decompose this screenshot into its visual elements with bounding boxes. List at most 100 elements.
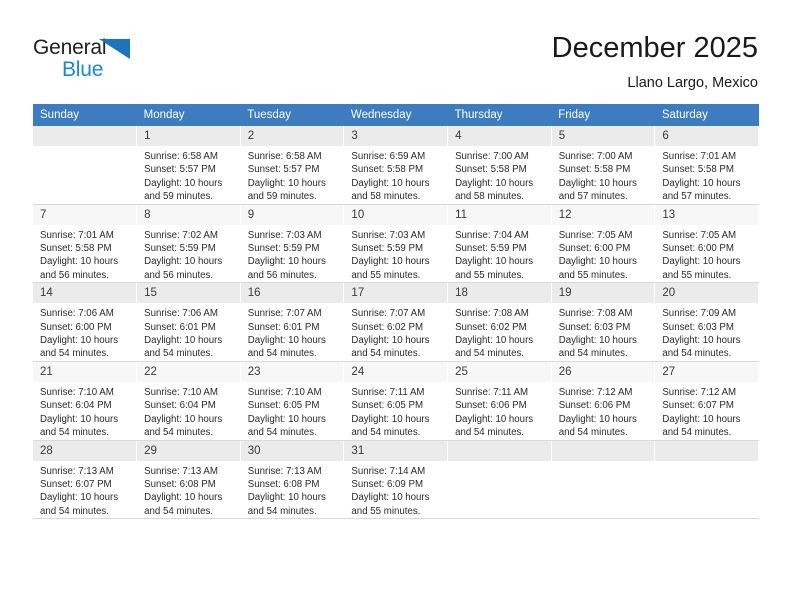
day-number: 7: [33, 204, 136, 225]
sunset-time: Sunset: 5:58 PM: [40, 243, 112, 255]
sunset-time: Sunset: 6:03 PM: [558, 321, 631, 333]
calendar-day-cell[interactable]: 11 Sunrise: 7:04 AM Sunset: 5:59 PM Dayligh…: [447, 204, 552, 284]
calendar-day-cell[interactable]: 10 Sunrise: 7:03 AM Sunset: 5:59 PM Dayligh…: [343, 204, 449, 284]
sunset-time: Sunset: 6:08 PM: [144, 478, 216, 490]
daylight-duration-line1: Daylight: 10 hours: [40, 335, 119, 347]
day-details: Sunrise: 7:03 AM Sunset: 5:59 PM Daylight:…: [344, 225, 446, 282]
daylight-duration-line1: Daylight: 10 hours: [455, 177, 534, 189]
calendar-day-cell[interactable]: 27 Sunrise: 7:12 AM Sunset: 6:07 PM Dayligh…: [654, 361, 759, 441]
sunrise-time: Sunrise: 7:14 AM: [351, 465, 426, 477]
sunset-time: Sunset: 6:07 PM: [662, 400, 734, 412]
calendar-day-cell[interactable]: 5 Sunrise: 7:00 AM Sunset: 5:58 PM Daylight…: [551, 126, 656, 205]
day-cell-inner: 2 Sunrise: 6:58 AM Sunset: 5:57 PM Daylight…: [240, 126, 343, 203]
daylight-duration-line2: and 56 minutes.: [144, 269, 214, 281]
daylight-duration-line1: Daylight: 10 hours: [558, 177, 637, 189]
calendar-day-cell[interactable]: 2 Sunrise: 6:58 AM Sunset: 5:57 PM Daylight…: [240, 126, 345, 205]
daylight-duration-line2: and 54 minutes.: [247, 505, 317, 517]
sunset-time: Sunset: 6:06 PM: [558, 400, 631, 412]
day-cell-inner: [551, 440, 654, 518]
calendar-day-cell[interactable]: 30 Sunrise: 7:13 AM Sunset: 6:08 PM Dayligh…: [240, 440, 345, 520]
day-details: Sunrise: 7:13 AM Sunset: 6:08 PM Daylight:…: [241, 461, 343, 518]
day-cell-inner: 29 Sunrise: 7:13 AM Sunset: 6:08 PM Dayligh…: [137, 440, 240, 518]
sunset-time: Sunset: 6:05 PM: [351, 400, 424, 412]
weekday-header-saturday: Saturday: [654, 104, 759, 126]
sunrise-time: Sunrise: 7:13 AM: [144, 465, 218, 477]
day-details: Sunrise: 7:10 AM Sunset: 6:04 PM Daylight:…: [137, 382, 239, 439]
daylight-duration-line2: and 55 minutes.: [455, 269, 524, 281]
day-details: Sunrise: 7:11 AM Sunset: 6:05 PM Daylight:…: [344, 382, 446, 439]
calendar-day-cell[interactable]: 3 Sunrise: 6:59 AM Sunset: 5:58 PM Daylight…: [343, 126, 449, 205]
calendar-day-cell[interactable]: 6 Sunrise: 7:01 AM Sunset: 5:58 PM Daylight…: [654, 126, 759, 205]
calendar-day-cell[interactable]: 28 Sunrise: 7:13 AM Sunset: 6:07 PM Dayligh…: [33, 440, 138, 520]
sunrise-time: Sunrise: 7:06 AM: [40, 308, 114, 320]
daylight-duration-line1: Daylight: 10 hours: [558, 413, 637, 425]
sunrise-time: Sunrise: 7:00 AM: [558, 151, 633, 162]
daylight-duration-line1: Daylight: 10 hours: [351, 177, 430, 189]
sunset-time: Sunset: 6:00 PM: [558, 243, 631, 255]
day-number: 24: [344, 361, 447, 382]
calendar-day-cell[interactable]: 31 Sunrise: 7:14 AM Sunset: 6:09 PM Dayligh…: [343, 440, 449, 520]
calendar-day-cell[interactable]: 13 Sunrise: 7:05 AM Sunset: 6:00 PM Dayligh…: [654, 204, 759, 284]
sunrise-time: Sunrise: 6:58 AM: [247, 151, 322, 162]
calendar-day-cell[interactable]: 17 Sunrise: 7:07 AM Sunset: 6:02 PM Dayligh…: [343, 282, 449, 362]
sunset-time: Sunset: 6:05 PM: [247, 400, 320, 412]
daylight-duration-line1: Daylight: 10 hours: [247, 413, 326, 425]
day-cell-inner: 25 Sunrise: 7:11 AM Sunset: 6:06 PM Dayligh…: [448, 361, 551, 439]
daylight-duration-line1: Daylight: 10 hours: [247, 177, 326, 189]
daylight-duration-line2: and 54 minutes.: [662, 427, 732, 439]
weekday-header-tuesday: Tuesday: [240, 104, 344, 126]
sunset-time: Sunset: 6:04 PM: [144, 400, 216, 412]
daylight-duration-line2: and 55 minutes.: [351, 505, 421, 517]
sunset-time: Sunset: 5:57 PM: [144, 164, 216, 176]
sunset-time: Sunset: 5:59 PM: [351, 243, 424, 255]
calendar-day-cell[interactable]: 12 Sunrise: 7:05 AM Sunset: 6:00 PM Dayligh…: [551, 204, 656, 284]
calendar-day-cell[interactable]: 22 Sunrise: 7:10 AM Sunset: 6:04 PM Dayligh…: [136, 361, 241, 441]
day-number: 25: [448, 361, 551, 382]
daylight-duration-line2: and 54 minutes.: [351, 427, 421, 439]
day-number: 30: [240, 440, 343, 461]
calendar-day-cell[interactable]: 8 Sunrise: 7:02 AM Sunset: 5:59 PM Daylight…: [136, 204, 241, 284]
day-details: Sunrise: 7:10 AM Sunset: 6:05 PM Daylight:…: [241, 382, 343, 439]
sunset-time: Sunset: 6:07 PM: [40, 478, 112, 490]
daylight-duration-line2: and 54 minutes.: [558, 427, 628, 439]
day-details: Sunrise: 6:58 AM Sunset: 5:57 PM Daylight:…: [241, 146, 343, 203]
day-number: 10: [344, 204, 447, 225]
daylight-duration-line2: and 54 minutes.: [144, 427, 214, 439]
calendar-day-cell[interactable]: 26 Sunrise: 7:12 AM Sunset: 6:06 PM Dayligh…: [551, 361, 656, 441]
day-number: 26: [551, 361, 654, 382]
daylight-duration-line2: and 54 minutes.: [351, 348, 421, 360]
sunrise-time: Sunrise: 6:59 AM: [351, 151, 426, 162]
calendar-day-cell[interactable]: 23 Sunrise: 7:10 AM Sunset: 6:05 PM Dayligh…: [240, 361, 345, 441]
daylight-duration-line2: and 54 minutes.: [455, 427, 524, 439]
sunset-time: Sunset: 6:02 PM: [351, 321, 424, 333]
day-number: 13: [655, 204, 758, 225]
calendar-day-cell[interactable]: 15 Sunrise: 7:06 AM Sunset: 6:01 PM Dayligh…: [136, 282, 241, 362]
calendar-day-cell[interactable]: 24 Sunrise: 7:11 AM Sunset: 6:05 PM Dayligh…: [343, 361, 449, 441]
calendar-day-cell[interactable]: 16 Sunrise: 7:07 AM Sunset: 6:01 PM Dayligh…: [240, 282, 345, 362]
day-details: Sunrise: 7:12 AM Sunset: 6:07 PM Daylight:…: [655, 382, 757, 439]
calendar-day-cell[interactable]: 9 Sunrise: 7:03 AM Sunset: 5:59 PM Daylight…: [240, 204, 345, 284]
day-details: Sunrise: 7:07 AM Sunset: 6:01 PM Daylight:…: [241, 303, 343, 360]
day-number: 12: [551, 204, 654, 225]
daylight-duration-line2: and 54 minutes.: [40, 348, 109, 360]
day-details: Sunrise: 7:02 AM Sunset: 5:59 PM Daylight:…: [137, 225, 239, 282]
calendar-day-cell[interactable]: 14 Sunrise: 7:06 AM Sunset: 6:00 PM Dayligh…: [33, 282, 138, 362]
sunrise-time: Sunrise: 7:13 AM: [40, 465, 114, 477]
calendar-day-cell[interactable]: 7 Sunrise: 7:01 AM Sunset: 5:58 PM Daylight…: [33, 204, 138, 284]
calendar-day-cell[interactable]: 1 Sunrise: 6:58 AM Sunset: 5:57 PM Daylight…: [136, 126, 241, 205]
day-cell-inner: 5 Sunrise: 7:00 AM Sunset: 5:58 PM Daylight…: [551, 126, 654, 203]
calendar-day-cell[interactable]: 18 Sunrise: 7:08 AM Sunset: 6:02 PM Dayligh…: [447, 282, 552, 362]
day-cell-inner: 19 Sunrise: 7:08 AM Sunset: 6:03 PM Dayligh…: [551, 283, 654, 360]
daylight-duration-line1: Daylight: 10 hours: [455, 256, 534, 268]
calendar-day-cell[interactable]: 21 Sunrise: 7:10 AM Sunset: 6:04 PM Dayligh…: [33, 361, 138, 441]
sunrise-time: Sunrise: 7:05 AM: [558, 229, 633, 241]
sunrise-time: Sunrise: 7:08 AM: [455, 308, 529, 320]
day-cell-inner: 6 Sunrise: 7:01 AM Sunset: 5:58 PM Daylight…: [655, 126, 758, 203]
calendar-day-cell[interactable]: 25 Sunrise: 7:11 AM Sunset: 6:06 PM Dayligh…: [447, 361, 552, 441]
calendar-day-cell[interactable]: 19 Sunrise: 7:08 AM Sunset: 6:03 PM Dayligh…: [551, 282, 656, 362]
calendar-day-cell[interactable]: 4 Sunrise: 7:00 AM Sunset: 5:58 PM Daylight…: [447, 126, 552, 205]
day-cell-inner: 28 Sunrise: 7:13 AM Sunset: 6:07 PM Dayligh…: [33, 440, 136, 518]
day-cell-inner: 14 Sunrise: 7:06 AM Sunset: 6:00 PM Dayligh…: [33, 283, 136, 360]
calendar-day-cell[interactable]: 20 Sunrise: 7:09 AM Sunset: 6:03 PM Dayligh…: [654, 282, 759, 362]
calendar-day-cell[interactable]: 29 Sunrise: 7:13 AM Sunset: 6:08 PM Dayligh…: [136, 440, 241, 520]
